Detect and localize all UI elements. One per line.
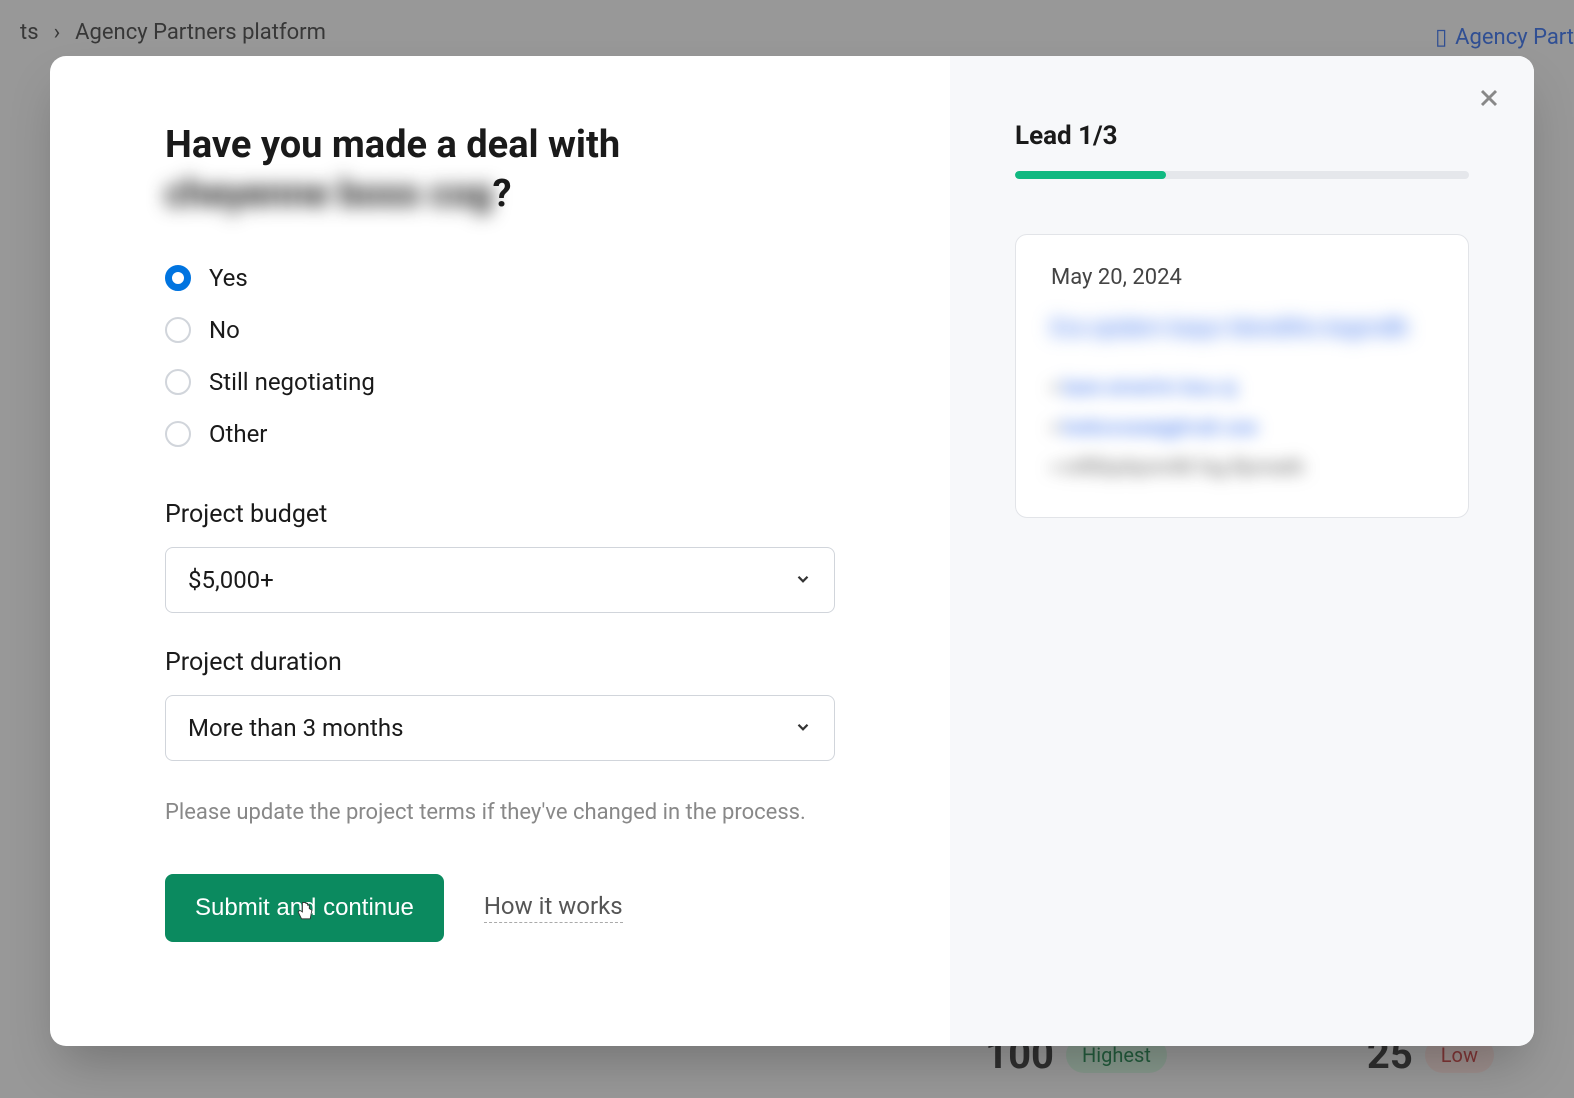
modal-form-panel: Have you made a deal with cheyenne boss … — [50, 56, 950, 1046]
select-value: $5,000+ — [188, 566, 274, 594]
deal-modal: Have you made a deal with cheyenne boss … — [50, 56, 1534, 1046]
select-value: More than 3 months — [188, 714, 403, 742]
duration-select[interactable]: More than 3 months — [165, 695, 835, 761]
client-name-blurred: cheyenne boss cog — [165, 172, 493, 216]
close-button[interactable] — [1469, 78, 1509, 118]
radio-yes[interactable]: Yes — [165, 252, 835, 304]
radio-negotiating[interactable]: Still negotiating — [165, 356, 835, 408]
chevron-down-icon — [794, 566, 812, 594]
submit-continue-button[interactable]: Submit and continue — [165, 874, 444, 942]
progress-fill — [1015, 171, 1166, 179]
duration-label: Project duration — [165, 648, 835, 677]
radio-label: Still negotiating — [209, 368, 375, 396]
close-icon — [1475, 84, 1503, 112]
helper-text: Please update the project terms if they'… — [165, 796, 835, 829]
lead-counter: Lead 1/3 — [1015, 121, 1469, 151]
radio-indicator — [165, 421, 191, 447]
budget-select[interactable]: $5,000+ — [165, 547, 835, 613]
radio-other[interactable]: Other — [165, 408, 835, 460]
chevron-down-icon — [794, 714, 812, 742]
lead-contacts-blurred: ▪ bare emertrn bou sj ▪ kwksvoseejglrnzk… — [1051, 367, 1433, 487]
radio-indicator — [165, 369, 191, 395]
contact-link: bare emertrn bou sj — [1063, 375, 1236, 399]
radio-indicator-selected — [165, 265, 191, 291]
radio-indicator — [165, 317, 191, 343]
lead-name-blurred: Eva spidem kaqur blendiths kegmdlk — [1051, 310, 1433, 347]
how-it-works-link[interactable]: How it works — [484, 892, 623, 923]
contact-email: kwksvoseejglrnzk soe — [1063, 415, 1257, 439]
deal-radio-group: Yes No Still negotiating Other — [165, 252, 835, 460]
budget-label: Project budget — [165, 500, 835, 529]
modal-actions: Submit and continue How it works — [165, 874, 835, 942]
question-heading: Have you made a deal with cheyenne boss … — [165, 121, 835, 220]
lead-progress-bar — [1015, 171, 1469, 179]
question-prefix: Have you made a deal with — [165, 123, 620, 167]
radio-label: Other — [209, 420, 267, 448]
contact-address: mflStyiitymrtllt fsg Rjvmeth — [1063, 455, 1304, 479]
button-label: Submit and continue — [195, 894, 414, 921]
radio-no[interactable]: No — [165, 304, 835, 356]
lead-date: May 20, 2024 — [1051, 265, 1433, 290]
modal-lead-panel: Lead 1/3 May 20, 2024 Eva spidem kaqur b… — [950, 56, 1534, 1046]
question-suffix: ? — [493, 172, 512, 216]
lead-card: May 20, 2024 Eva spidem kaqur blendiths … — [1015, 234, 1469, 518]
radio-label: No — [209, 316, 240, 344]
radio-label: Yes — [209, 264, 248, 292]
